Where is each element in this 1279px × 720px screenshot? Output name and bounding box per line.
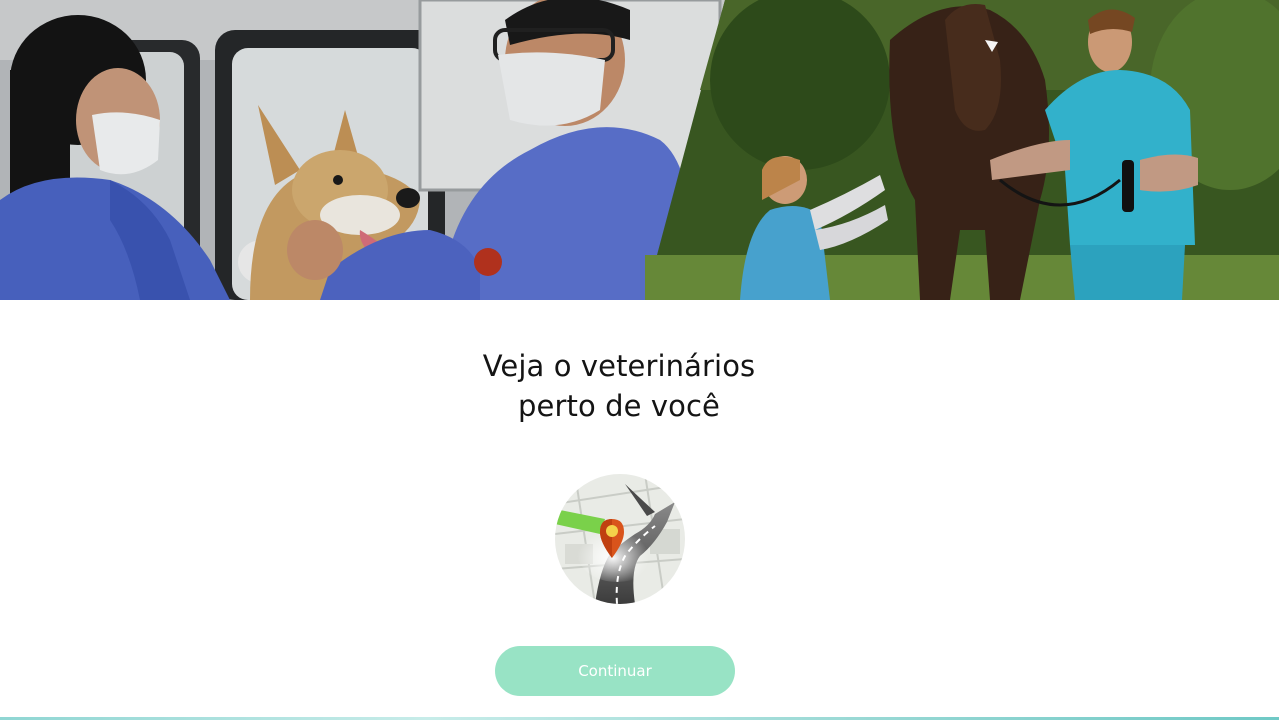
title-line-2: perto de você — [518, 389, 720, 423]
continue-button[interactable]: Continuar — [495, 646, 735, 696]
map-location-pin-icon — [555, 474, 685, 604]
page-title: Veja o veterinários perto de você — [0, 346, 1238, 426]
onboarding-screen: Veja o veterinários perto de você Contin… — [0, 0, 1279, 720]
hero-banner-image — [0, 0, 1279, 300]
title-line-1: Veja o veterinários — [482, 349, 756, 383]
